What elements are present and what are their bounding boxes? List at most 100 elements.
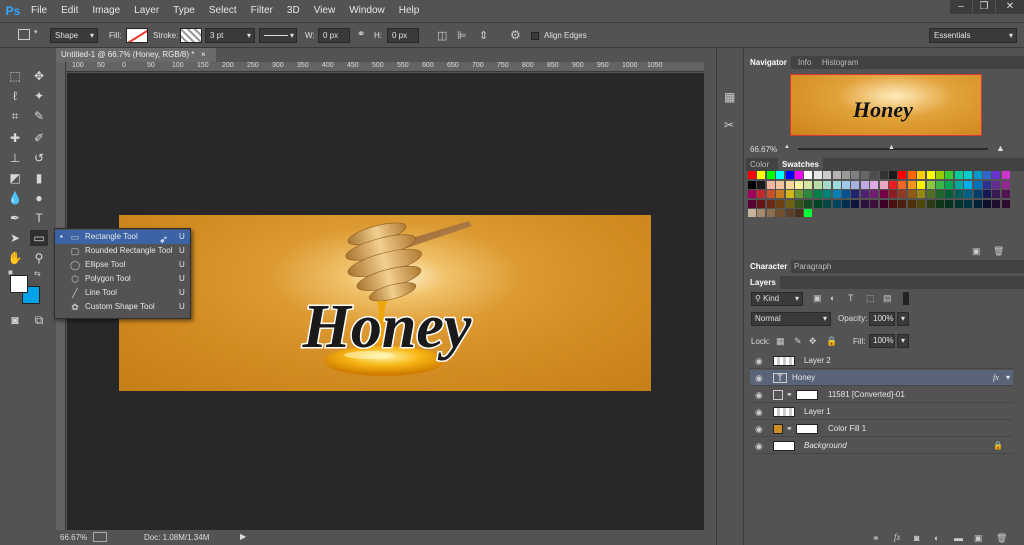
swatch-color[interactable]	[907, 190, 916, 198]
swatch-color[interactable]	[785, 171, 794, 179]
fill-swatch[interactable]	[126, 28, 148, 43]
vertical-scrollbar[interactable]	[704, 62, 714, 530]
layer-row-color-fill[interactable]: ◉ ⚭ Color Fill 1	[750, 421, 1013, 437]
chevron-down-icon[interactable]: ▾	[1006, 370, 1010, 386]
layer-row-layer-1[interactable]: ◉ Layer 1	[750, 404, 1013, 420]
navigator-zoom[interactable]: 66.67%	[750, 145, 777, 154]
width-input[interactable]: 0 px	[318, 28, 350, 43]
zoom-slider-thumb[interactable]: ▲	[888, 144, 895, 151]
swatch-color[interactable]	[936, 199, 944, 208]
opacity-input[interactable]: 100%	[869, 312, 895, 326]
swatch-color[interactable]	[766, 209, 775, 217]
menu-type[interactable]: Type	[166, 5, 202, 16]
swatch-color[interactable]	[823, 180, 832, 189]
swatch-color[interactable]	[936, 171, 944, 179]
swatch-color[interactable]	[748, 180, 756, 189]
swatch-color[interactable]	[842, 171, 850, 179]
stroke-type-select[interactable]: ▾	[259, 28, 297, 43]
swatch-color[interactable]	[917, 180, 926, 189]
quick-mask-icon[interactable]: ◙	[6, 312, 24, 328]
swatch-color[interactable]	[954, 190, 963, 198]
new-adjustment-layer-icon[interactable]: ◐	[934, 533, 939, 543]
swatch-color[interactable]	[945, 180, 954, 189]
menu-view[interactable]: View	[307, 5, 343, 16]
swatch-color[interactable]	[889, 171, 897, 179]
swatch-color[interactable]	[748, 190, 756, 198]
swatch-color[interactable]	[945, 190, 954, 198]
swatch-color[interactable]	[1001, 190, 1010, 198]
delete-swatch-icon[interactable]: 🗑	[993, 246, 1004, 257]
stroke-swatch[interactable]	[180, 28, 202, 43]
hand-icon[interactable]: ✋	[6, 250, 24, 266]
swatch-color[interactable]	[757, 199, 766, 208]
swatch-color[interactable]	[823, 199, 832, 208]
swatch-color[interactable]	[973, 190, 982, 198]
zoom-out-icon[interactable]: ▲	[784, 144, 790, 150]
filter-toggle[interactable]	[903, 292, 909, 305]
swatch-color[interactable]	[813, 180, 822, 189]
swatch-color[interactable]	[983, 199, 991, 208]
menu-layer[interactable]: Layer	[127, 5, 166, 16]
swatch-color[interactable]	[907, 171, 916, 179]
swatch-color[interactable]	[766, 190, 775, 198]
swatch-color[interactable]	[748, 209, 756, 217]
path-operations-icon[interactable]: ◫	[437, 29, 447, 42]
tool-preset-icon[interactable]	[18, 29, 30, 40]
swatch-color[interactable]	[795, 190, 803, 198]
eye-icon[interactable]: ◉	[755, 353, 763, 369]
swatch-color[interactable]	[757, 171, 766, 179]
menu-select[interactable]: Select	[202, 5, 244, 16]
flyout-ellipse-tool[interactable]: ◯ Ellipse Tool U	[55, 258, 190, 272]
swatch-color[interactable]	[936, 180, 944, 189]
eye-icon[interactable]: ◉	[755, 438, 763, 454]
swatch-color[interactable]	[1001, 171, 1010, 179]
swatch-color[interactable]	[860, 180, 869, 189]
tab-swatches[interactable]: Swatches	[778, 158, 823, 171]
crop-icon[interactable]: ⌗	[6, 108, 24, 124]
screen-mode-icon[interactable]: ⧉	[30, 312, 48, 328]
tab-histogram[interactable]: Histogram	[818, 56, 862, 69]
swatch-color[interactable]	[973, 171, 982, 179]
swatch-color[interactable]	[954, 199, 963, 208]
swatch-color[interactable]	[964, 199, 973, 208]
swatch-color[interactable]	[804, 199, 813, 208]
swatch-color[interactable]	[766, 180, 775, 189]
lock-transparent-icon[interactable]: ▦	[776, 336, 785, 347]
flyout-custom-shape-tool[interactable]: ✿ Custom Shape Tool U	[55, 300, 190, 314]
swatch-color[interactable]	[992, 199, 1001, 208]
menu-help[interactable]: Help	[392, 5, 427, 16]
swatch-color[interactable]	[889, 190, 897, 198]
blur-icon[interactable]: 💧	[6, 190, 24, 206]
swatch-color[interactable]	[954, 171, 963, 179]
swatch-color[interactable]	[917, 171, 926, 179]
flyout-rectangle-tool[interactable]: ▪ ▭ Rectangle Tool U	[55, 230, 190, 244]
magic-wand-icon[interactable]: ✦	[30, 88, 48, 104]
swatch-color[interactable]	[879, 171, 888, 179]
lasso-icon[interactable]: ℓ	[6, 88, 24, 104]
path-arrangement-icon[interactable]: ⇕	[479, 29, 488, 42]
swatch-color[interactable]	[964, 171, 973, 179]
eye-icon[interactable]: ◉	[755, 387, 763, 403]
menu-edit[interactable]: Edit	[54, 5, 85, 16]
swatch-color[interactable]	[842, 190, 850, 198]
foreground-color-swatch[interactable]	[10, 275, 28, 293]
swatch-color[interactable]	[870, 180, 879, 189]
swatch-color[interactable]	[766, 171, 775, 179]
filter-adjustment-icon[interactable]: ◐	[830, 293, 835, 303]
swatch-color[interactable]	[870, 199, 879, 208]
tab-navigator[interactable]: Navigator	[746, 56, 791, 69]
swatch-color[interactable]	[870, 190, 879, 198]
swatch-color[interactable]	[954, 180, 963, 189]
swatch-color[interactable]	[973, 199, 982, 208]
lock-all-icon[interactable]: 🔒	[826, 336, 837, 347]
swatch-color[interactable]	[917, 199, 926, 208]
tab-color[interactable]: Color	[746, 158, 773, 171]
menu-3d[interactable]: 3D	[280, 5, 307, 16]
flyout-rounded-rectangle-tool[interactable]: ▢ Rounded Rectangle Tool U	[55, 244, 190, 258]
swatch-color[interactable]	[926, 199, 935, 208]
swatch-color[interactable]	[992, 180, 1001, 189]
swatch-color[interactable]	[785, 190, 794, 198]
swatch-color[interactable]	[795, 199, 803, 208]
swatch-color[interactable]	[813, 190, 822, 198]
swatch-color[interactable]	[757, 209, 766, 217]
